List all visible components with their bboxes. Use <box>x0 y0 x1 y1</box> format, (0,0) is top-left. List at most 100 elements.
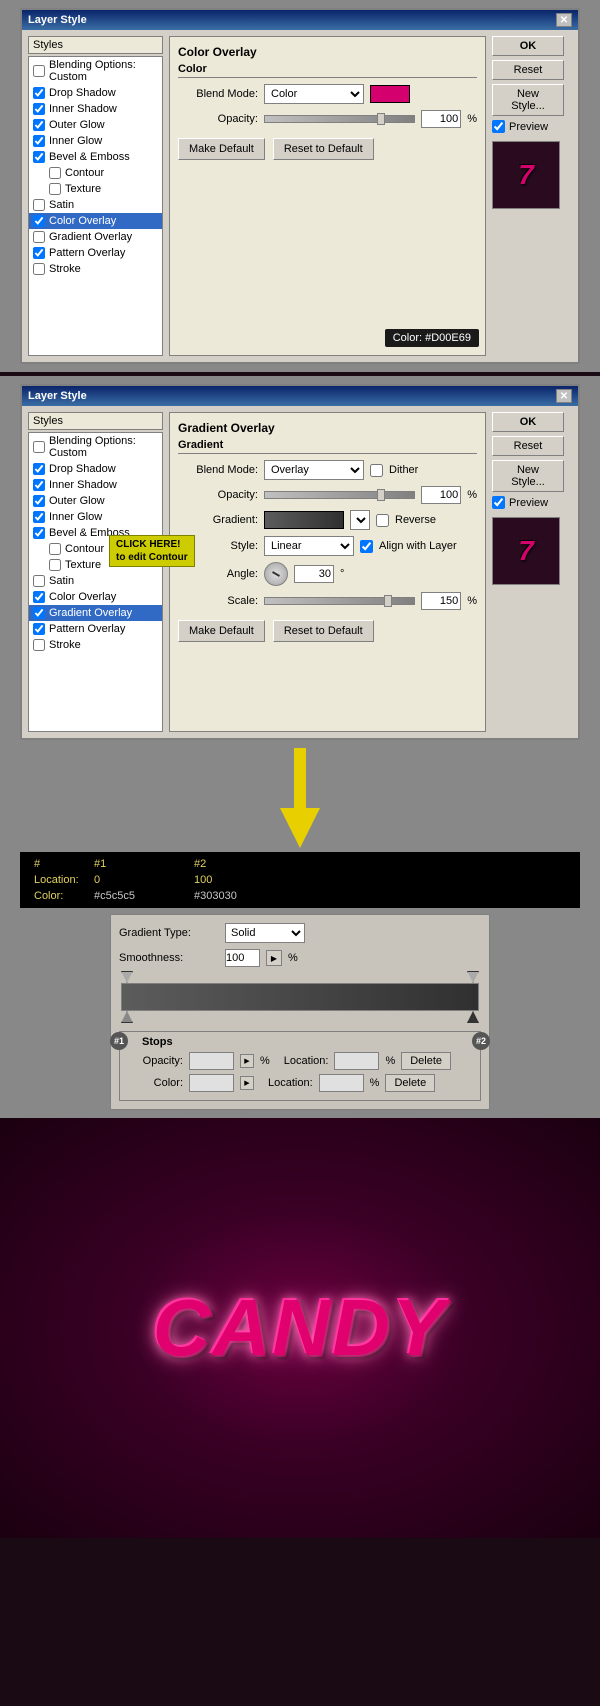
stops-color-arrow[interactable]: ▶ <box>240 1076 254 1090</box>
stops-opacity-delete-btn[interactable]: Delete <box>401 1052 451 1070</box>
style-item-inner-shadow[interactable]: Inner Shadow <box>29 101 162 117</box>
d2-style-pattern-overlay[interactable]: Pattern Overlay <box>29 621 162 637</box>
d2-cb-texture[interactable] <box>49 559 61 571</box>
preview-checkbox-1[interactable] <box>492 120 505 133</box>
d2-gradient-select-btn[interactable] <box>350 510 370 530</box>
reset-to-default-btn-1[interactable]: Reset to Default <box>273 138 374 160</box>
d2-style-select[interactable]: Linear <box>264 536 354 556</box>
stops-color-delete-btn[interactable]: Delete <box>385 1074 435 1092</box>
style-item-outer-glow[interactable]: Outer Glow <box>29 117 162 133</box>
blend-mode-select[interactable]: Color <box>264 84 364 104</box>
d2-cb-satin[interactable] <box>33 575 45 587</box>
stops-opacity-loc-input[interactable] <box>334 1052 379 1070</box>
style-checkbox-stroke[interactable] <box>33 263 45 275</box>
grad-stop-top-right[interactable] <box>467 971 479 983</box>
stops-color-loc-input[interactable] <box>319 1074 364 1092</box>
d2-style-gradient-overlay[interactable]: Gradient Overlay <box>29 605 162 621</box>
style-item-drop-shadow[interactable]: Drop Shadow <box>29 85 162 101</box>
style-checkbox-blending[interactable] <box>33 65 45 77</box>
style-checkbox-bevel-emboss[interactable] <box>33 151 45 163</box>
d2-cb-outer-glow[interactable] <box>33 495 45 507</box>
color-swatch-1[interactable] <box>370 85 410 103</box>
opacity-input-1[interactable] <box>421 110 461 128</box>
d2-style-inner-glow[interactable]: Inner Glow <box>29 509 162 525</box>
reset-btn-2[interactable]: Reset <box>492 436 564 456</box>
d2-reverse-check[interactable] <box>376 514 389 527</box>
d2-angle-input[interactable] <box>294 565 334 583</box>
d2-cb-drop-shadow[interactable] <box>33 463 45 475</box>
d2-align-check[interactable] <box>360 540 373 553</box>
new-style-btn-1[interactable]: New Style... <box>492 84 564 116</box>
ok-btn-2[interactable]: OK <box>492 412 564 432</box>
style-checkbox-satin[interactable] <box>33 199 45 211</box>
opacity-slider-thumb-1[interactable] <box>377 113 385 125</box>
d2-cb-stroke[interactable] <box>33 639 45 651</box>
d2-gradient-swatch[interactable] <box>264 511 344 529</box>
ok-btn-1[interactable]: OK <box>492 36 564 56</box>
d2-cb-gradient-overlay[interactable] <box>33 607 45 619</box>
d2-style-outer-glow[interactable]: Outer Glow <box>29 493 162 509</box>
d2-scale-thumb[interactable] <box>384 595 392 607</box>
grad-type-select[interactable]: Solid <box>225 923 305 943</box>
d2-style-blending[interactable]: Blending Options: Custom <box>29 433 162 461</box>
d2-opacity-slider[interactable] <box>264 491 415 499</box>
d2-style-drop-shadow[interactable]: Drop Shadow <box>29 461 162 477</box>
style-checkbox-color-overlay[interactable] <box>33 215 45 227</box>
d2-cb-contour[interactable] <box>49 543 61 555</box>
preview-checkbox-2[interactable] <box>492 496 505 509</box>
grad-stop-bottom-left[interactable] <box>121 1011 133 1023</box>
d2-cb-color-overlay[interactable] <box>33 591 45 603</box>
style-item-inner-glow[interactable]: Inner Glow <box>29 133 162 149</box>
d2-opacity-input[interactable] <box>421 486 461 504</box>
style-checkbox-drop-shadow[interactable] <box>33 87 45 99</box>
style-item-texture[interactable]: Texture <box>29 181 162 197</box>
style-item-contour[interactable]: Contour <box>29 165 162 181</box>
d2-opacity-thumb[interactable] <box>377 489 385 501</box>
d2-cb-pattern-overlay[interactable] <box>33 623 45 635</box>
d2-cb-blending[interactable] <box>33 441 45 453</box>
d2-cb-inner-shadow[interactable] <box>33 479 45 491</box>
style-item-blending[interactable]: Blending Options: Custom <box>29 57 162 85</box>
d2-style-color-overlay[interactable]: Color Overlay <box>29 589 162 605</box>
stops-opacity-arrow[interactable]: ▶ <box>240 1054 254 1068</box>
grad-smooth-input[interactable] <box>225 949 260 967</box>
d2-scale-slider[interactable] <box>264 597 415 605</box>
gradient-bar[interactable] <box>121 983 479 1011</box>
stops-color-input[interactable] <box>189 1074 234 1092</box>
d2-style-contour[interactable]: Contour CLICK HERE! to edit Contour <box>29 541 162 557</box>
grad-stop-bottom-right[interactable] <box>467 1011 479 1023</box>
style-checkbox-pattern-overlay[interactable] <box>33 247 45 259</box>
style-item-gradient-overlay[interactable]: Gradient Overlay <box>29 229 162 245</box>
d2-cb-bevel[interactable] <box>33 527 45 539</box>
style-checkbox-inner-shadow[interactable] <box>33 103 45 115</box>
style-checkbox-texture[interactable] <box>49 183 61 195</box>
style-item-pattern-overlay[interactable]: Pattern Overlay <box>29 245 162 261</box>
grad-smooth-stepper[interactable]: ▶ <box>266 950 282 966</box>
dialog-2-close[interactable]: ✕ <box>556 389 572 403</box>
style-checkbox-inner-glow[interactable] <box>33 135 45 147</box>
reset-btn-1[interactable]: Reset <box>492 60 564 80</box>
style-item-satin[interactable]: Satin <box>29 197 162 213</box>
style-item-stroke[interactable]: Stroke <box>29 261 162 277</box>
style-checkbox-outer-glow[interactable] <box>33 119 45 131</box>
d2-style-satin[interactable]: Satin <box>29 573 162 589</box>
d2-scale-input[interactable] <box>421 592 461 610</box>
d2-dither-check[interactable] <box>370 464 383 477</box>
make-default-btn-1[interactable]: Make Default <box>178 138 265 160</box>
style-checkbox-contour[interactable] <box>49 167 61 179</box>
d2-blend-select[interactable]: Overlay <box>264 460 364 480</box>
d2-make-default-btn[interactable]: Make Default <box>178 620 265 642</box>
dialog-1-close[interactable]: ✕ <box>556 13 572 27</box>
d2-cb-inner-glow[interactable] <box>33 511 45 523</box>
stops-opacity-input[interactable] <box>189 1052 234 1070</box>
style-checkbox-gradient-overlay[interactable] <box>33 231 45 243</box>
style-item-bevel-emboss[interactable]: Bevel & Emboss <box>29 149 162 165</box>
opacity-slider-1[interactable] <box>264 115 415 123</box>
style-item-color-overlay[interactable]: Color Overlay <box>29 213 162 229</box>
angle-dial[interactable] <box>264 562 288 586</box>
grad-stop-top-left[interactable] <box>121 971 133 983</box>
new-style-btn-2[interactable]: New Style... <box>492 460 564 492</box>
d2-style-stroke[interactable]: Stroke <box>29 637 162 653</box>
d2-style-inner-shadow[interactable]: Inner Shadow <box>29 477 162 493</box>
d2-reset-to-default-btn[interactable]: Reset to Default <box>273 620 374 642</box>
